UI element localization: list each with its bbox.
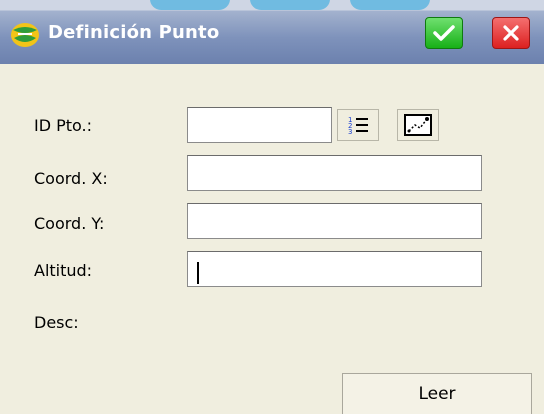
description-label: Desc: — [34, 313, 79, 332]
close-button[interactable] — [492, 17, 530, 49]
coord-y-label: Coord. Y: — [34, 214, 105, 233]
app-logo-icon — [11, 23, 39, 47]
ok-button[interactable] — [425, 17, 463, 49]
decorative-blob — [150, 0, 230, 10]
window-title: Definición Punto — [48, 22, 220, 43]
map-pick-icon — [404, 114, 432, 136]
coord-x-input[interactable] — [187, 155, 482, 191]
numbered-list-icon: 1 2 3 — [348, 116, 368, 136]
read-button[interactable]: Leer — [342, 373, 532, 414]
point-id-label: ID Pto.: — [34, 116, 93, 135]
decorative-blob — [350, 0, 430, 10]
coord-y-input[interactable] — [187, 203, 482, 239]
checkmark-icon — [433, 25, 455, 41]
point-list-button[interactable]: 1 2 3 — [337, 109, 379, 141]
altitude-input[interactable] — [187, 251, 482, 287]
text-cursor — [197, 262, 199, 284]
title-bar: Definición Punto — [0, 0, 544, 64]
decorative-blob — [250, 0, 330, 10]
coord-x-label: Coord. X: — [34, 169, 108, 188]
close-icon — [503, 25, 519, 41]
point-id-input[interactable] — [187, 107, 332, 143]
altitude-label: Altitud: — [34, 261, 93, 280]
map-pick-button[interactable] — [397, 109, 439, 141]
svg-text:3: 3 — [348, 128, 352, 136]
